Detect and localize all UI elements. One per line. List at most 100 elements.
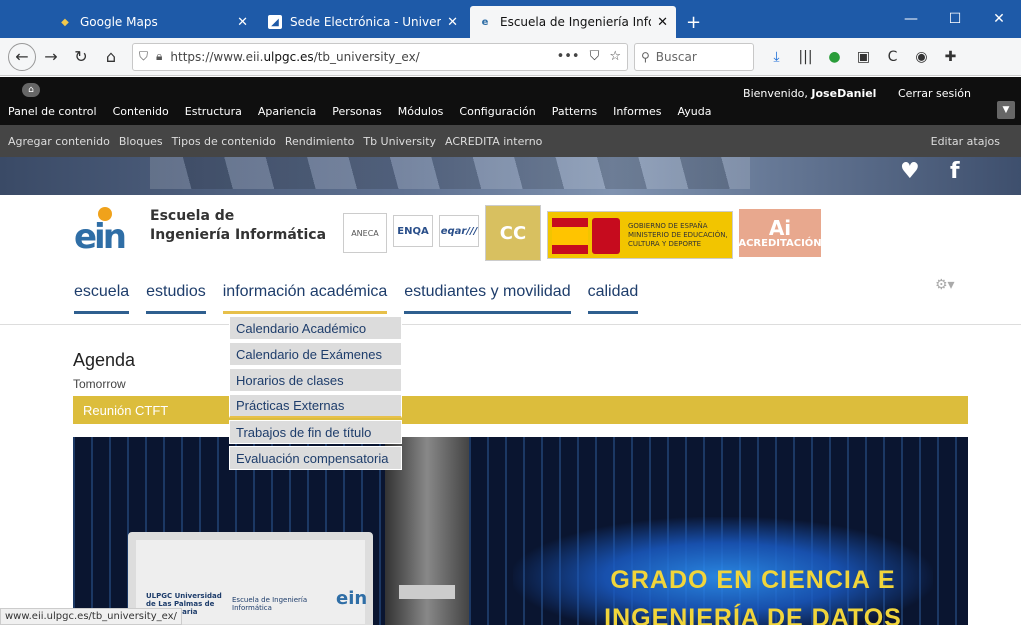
extension-chat-icon[interactable]: ● [820,42,849,72]
gobierno-badge[interactable]: GOBIERNO DE ESPAÑA MINISTERIO DE EDUCACIÓ… [547,211,733,259]
dropdown-item-trabajos-fin-titulo[interactable]: Trabajos de fin de título [229,420,402,444]
shortcut-item[interactable]: Bloques [119,135,163,148]
new-tab-button[interactable]: + [686,6,701,38]
edit-shortcuts-link[interactable]: Editar atajos [931,135,1000,148]
minimize-icon[interactable]: — [889,0,933,38]
aneca-badge[interactable]: ANECA [343,213,387,253]
header-banner: ♥ f [0,157,1021,195]
admin-menu-item[interactable]: Configuración [459,105,535,118]
spain-flag-icon [552,218,588,254]
window-close-icon[interactable]: ✕ [977,0,1021,38]
url-text: https://www.eii.ulpgc.es/tb_university_e… [170,50,546,64]
site-name[interactable]: Escuela de Ingeniería Informática [150,207,326,245]
admin-menu-item[interactable]: Informes [613,105,661,118]
shortcut-item[interactable]: Tb University [363,135,436,148]
bookmark-star-icon[interactable]: ☆ [609,49,621,64]
back-arrow-icon[interactable]: ← [8,42,36,71]
facebook-icon[interactable]: f [950,159,960,184]
library-icon[interactable]: ||| [791,42,820,72]
reload-icon[interactable]: ↻ [66,42,96,72]
main-nav: escuela estudios información académica e… [74,283,655,314]
close-tab-icon[interactable]: ✕ [447,15,458,30]
url-domain: ulpgc.es [263,49,314,64]
nav-informacion-academica[interactable]: información académica [222,283,388,314]
ministerio-name: MINISTERIO DE EDUCACIÓN, CULTURA Y DEPOR… [628,230,728,248]
admin-menu-item[interactable]: Patterns [552,105,597,118]
agenda-subtitle: Tomorrow [73,377,126,391]
extension-c-icon[interactable]: C [878,42,907,72]
admin-menu-item[interactable]: Apariencia [258,105,316,118]
page-actions-icon[interactable]: ••• [557,49,580,64]
admin-menu-item[interactable]: Estructura [185,105,242,118]
eii-text: Escuela de Ingeniería Informática [232,596,308,612]
admin-home-icon[interactable]: ⌂ [22,83,40,97]
status-bar-url: www.eii.ulpgc.es/tb_university_ex/ [0,608,182,625]
browser-tab-bar: ◆ Google Maps ✕ ◢ Sede Electrónica - Uni… [0,0,1021,38]
toolbar-icons: ⤓ ||| ● ▣ C ◉ ✚ [762,42,965,72]
sede-icon: ◢ [268,15,282,29]
download-icon[interactable]: ⤓ [762,42,791,72]
eqar-badge[interactable]: eqar/// [439,215,479,247]
close-tab-icon[interactable]: ✕ [237,15,248,30]
site-header: ein Escuela de Ingeniería Informática AN… [0,195,1021,325]
lock-icon[interactable]: 🔒︎ [156,49,162,64]
nav-calidad[interactable]: calidad [587,283,639,314]
welcome-text: Bienvenido, [743,87,808,100]
dropdown-item-calendario-examenes[interactable]: Calendario de Exámenes [229,342,402,366]
user-name[interactable]: JoseDaniel [811,87,876,100]
dropdown-item-horarios[interactable]: Horarios de clases [229,368,402,392]
drive-bay [399,585,455,599]
nav-estudiantes-movilidad[interactable]: estudiantes y movilidad [404,283,571,314]
shortcut-item[interactable]: Rendimiento [285,135,354,148]
informacion-academica-dropdown: Calendario Académico Calendario de Exáme… [229,316,402,472]
school-logo[interactable]: ein [74,207,134,257]
gear-icon[interactable]: ⚙▾ [935,277,955,293]
search-input[interactable]: ⚲ Buscar [634,42,754,71]
nav-estudios[interactable]: estudios [146,283,206,314]
admin-menu-item[interactable]: Contenido [113,105,169,118]
admin-menu-item[interactable]: Ayuda [677,105,711,118]
reader-icon[interactable]: ▣ [849,42,878,72]
tab-title: Escuela de Ingeniería Informátic [500,15,651,29]
acreditacion-badge[interactable]: Ai ACREDITACIÓN [738,209,822,257]
user-box: Bienvenido, JoseDaniel Cerrar sesión [743,87,971,100]
toolbar-toggle-icon[interactable]: ▼ [997,101,1015,119]
hero-headline-line1: GRADO EN CIENCIA E [610,566,896,594]
browser-nav-bar: ← → ↻ ⌂ ⛉ 🔒︎ https://www.eii.ulpgc.es/tb… [0,38,1021,76]
dropdown-item-calendario-academico[interactable]: Calendario Académico [229,316,402,340]
twitter-icon[interactable]: ♥ [900,159,920,184]
dropdown-item-evaluacion-compensatoria[interactable]: Evaluación compensatoria [229,446,402,470]
dropdown-item-practicas-externas[interactable]: Prácticas Externas [229,394,402,418]
home-icon[interactable]: ⌂ [96,42,126,72]
logout-link[interactable]: Cerrar sesión [898,87,971,100]
close-tab-icon[interactable]: ✕ [657,15,668,30]
shortcut-item[interactable]: ACREDITA interno [445,135,542,148]
account-icon[interactable]: ◉ [907,42,936,72]
agenda-event[interactable]: Reunión CTFT [73,396,968,424]
admin-menu-item[interactable]: Módulos [398,105,444,118]
search-placeholder: Buscar [655,49,697,64]
window-controls: — ☐ ✕ [889,0,1021,38]
shortcut-item[interactable]: Tipos de contenido [172,135,276,148]
tab-sede-electronica[interactable]: ◢ Sede Electrónica - Universidad ✕ [260,6,466,38]
url-bar[interactable]: ⛉ 🔒︎ https://www.eii.ulpgc.es/tb_univers… [132,42,628,71]
site-name-line2: Ingeniería Informática [150,227,327,243]
admin-menu-item[interactable]: Personas [332,105,381,118]
shortcut-item[interactable]: Agregar contenido [8,135,110,148]
hero-banner[interactable]: ULPGC Universidad de Las Palmas de Gran … [73,437,968,625]
admin-menu: Panel de control Contenido Estructura Ap… [8,105,727,118]
forward-arrow-icon[interactable]: → [36,42,66,72]
gobierno-text: GOBIERNO DE ESPAÑA MINISTERIO DE EDUCACIÓ… [628,222,732,249]
tab-eii[interactable]: e Escuela de Ingeniería Informátic ✕ [470,6,676,38]
maximize-icon[interactable]: ☐ [933,0,977,38]
hero-headline: GRADO EN CIENCIA E INGENIERÍA DE DATOS [553,561,953,625]
enqa-badge[interactable]: ENQA [393,215,433,247]
pocket-icon[interactable]: ⛉ [590,49,600,64]
monitor-logo: ein [336,588,368,609]
shield-icon[interactable]: ⛉ [139,49,148,64]
nav-escuela[interactable]: escuela [74,283,130,314]
extension-puzzle-icon[interactable]: ✚ [936,42,965,72]
admin-menu-item[interactable]: Panel de control [8,105,97,118]
audit-badge[interactable]: CC [485,205,541,261]
tab-google-maps[interactable]: ◆ Google Maps ✕ [50,6,256,38]
